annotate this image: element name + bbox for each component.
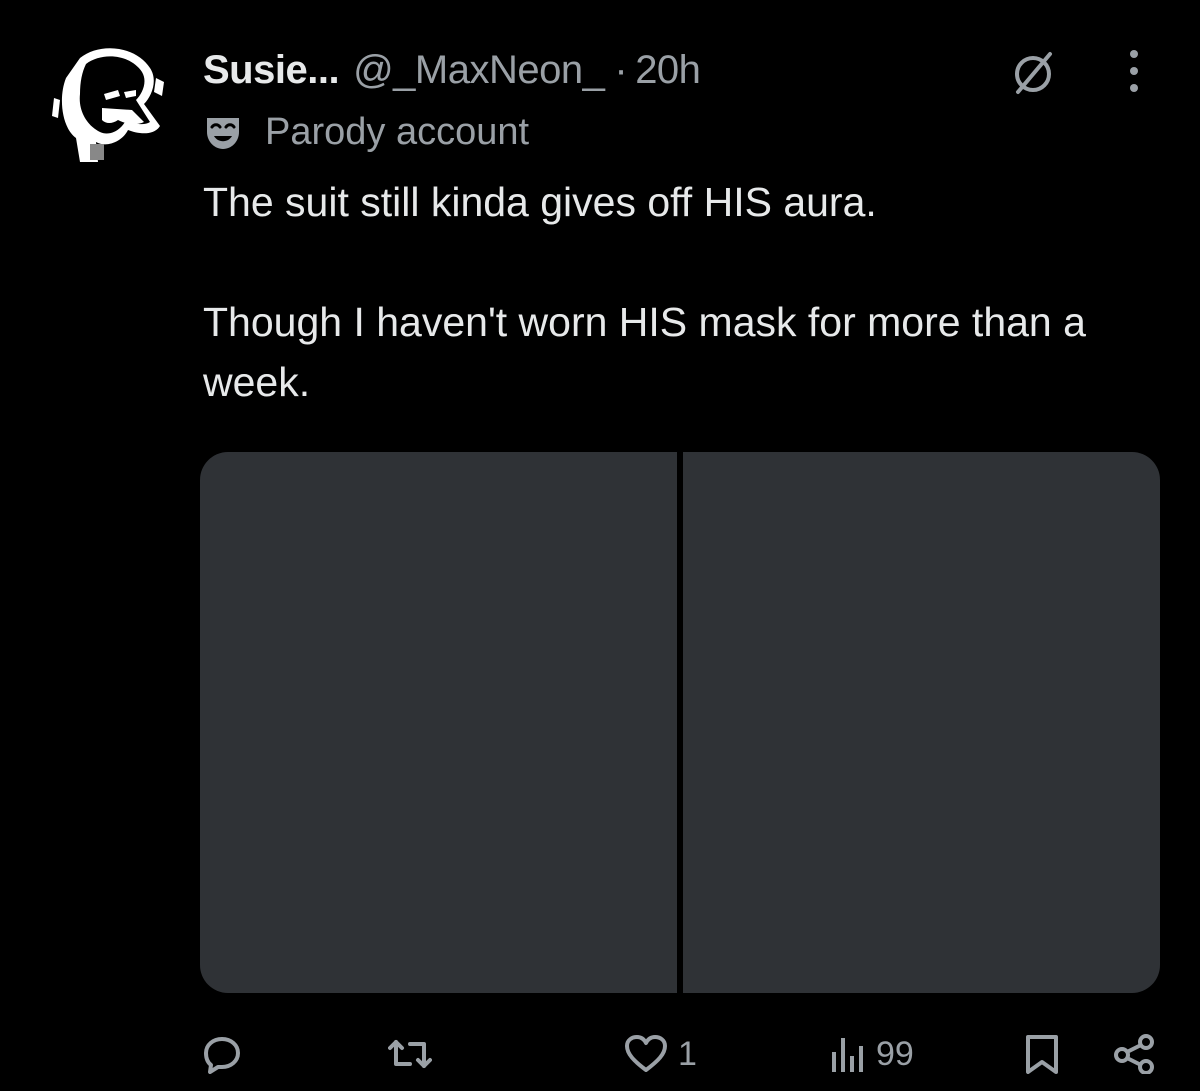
user-handle[interactable]: @_MaxNeon_ bbox=[353, 48, 605, 93]
share-button[interactable] bbox=[1112, 1024, 1156, 1084]
separator-dot: · bbox=[614, 47, 628, 92]
tweet-text: The suit still kinda gives off HIS aura.… bbox=[203, 172, 1173, 412]
reply-icon bbox=[204, 1037, 240, 1074]
parody-label-text: Parody account bbox=[265, 110, 530, 153]
views-chart-icon bbox=[832, 1038, 863, 1072]
views-count: 99 bbox=[876, 1034, 914, 1073]
media-grid bbox=[200, 452, 1160, 993]
tweet-header: Susie... @_MaxNeon_ · 20h bbox=[203, 42, 701, 98]
display-name[interactable]: Susie... bbox=[203, 48, 340, 93]
share-icon bbox=[1114, 1034, 1154, 1074]
bookmark-button[interactable] bbox=[1024, 1024, 1060, 1084]
parody-label: Parody account bbox=[203, 108, 529, 156]
more-vertical-icon[interactable] bbox=[1124, 48, 1144, 94]
timestamp[interactable]: 20h bbox=[635, 48, 701, 93]
theater-mask-icon bbox=[203, 112, 243, 152]
bookmark-icon bbox=[1026, 1035, 1058, 1074]
action-bar: 1 99 bbox=[200, 1024, 1160, 1084]
tweet-text-line: The suit still kinda gives off HIS aura. bbox=[203, 179, 877, 225]
like-count: 1 bbox=[678, 1034, 697, 1073]
repost-button[interactable] bbox=[388, 1024, 432, 1084]
avatar-image bbox=[52, 48, 164, 162]
views-button[interactable]: 99 bbox=[830, 1024, 914, 1084]
media-image-1[interactable] bbox=[200, 452, 677, 993]
tweet-text-line: Though I haven't worn HIS mask for more … bbox=[203, 299, 1086, 405]
like-button[interactable]: 1 bbox=[624, 1024, 697, 1084]
grok-icon[interactable] bbox=[1008, 48, 1058, 98]
heart-icon bbox=[625, 1035, 667, 1072]
repost-icon bbox=[388, 1040, 432, 1068]
avatar[interactable] bbox=[40, 38, 172, 170]
reply-button[interactable] bbox=[202, 1024, 242, 1084]
media-image-2[interactable] bbox=[683, 452, 1160, 993]
tweet[interactable]: Susie... @_MaxNeon_ · 20h Parody account bbox=[0, 0, 1200, 1091]
